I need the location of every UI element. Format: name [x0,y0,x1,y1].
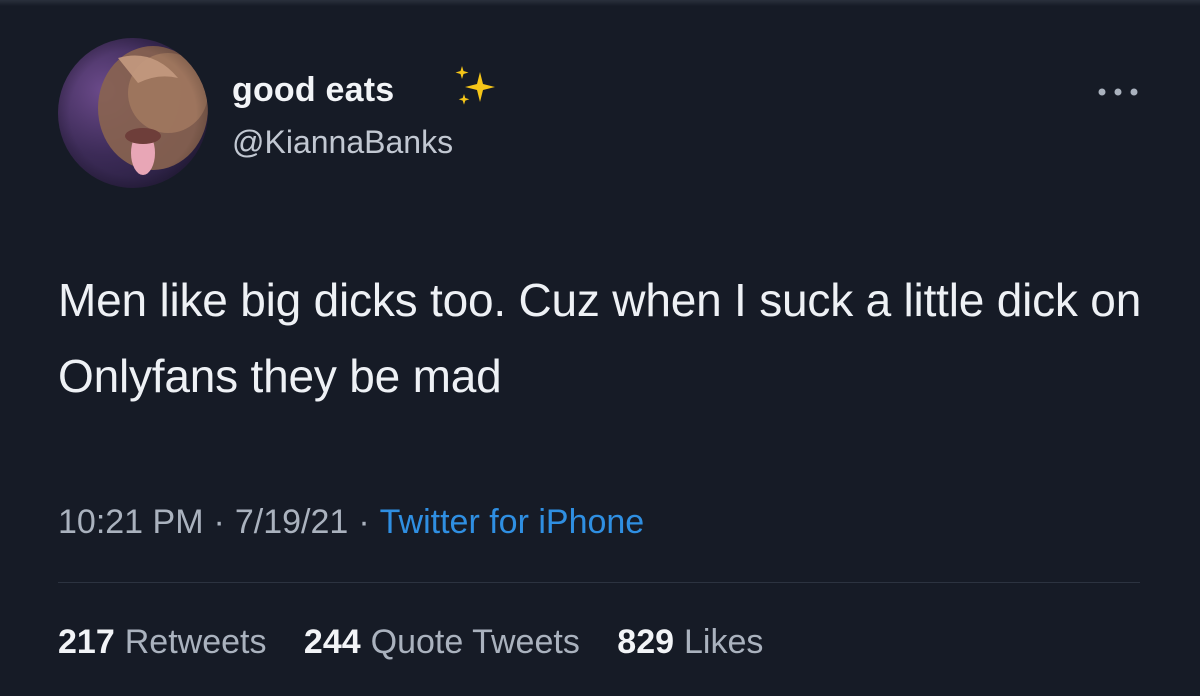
likes-count: 829 [617,623,675,661]
tweet-date[interactable]: 7/19/21 [235,503,348,541]
quote-tweets-label: Quote Tweets [370,623,580,661]
quote-tweets-stat[interactable]: 244 Quote Tweets [304,623,580,661]
tweet-text: Men like big dicks too. Cuz when I suck … [58,274,1142,402]
retweets-count: 217 [58,623,115,661]
meta-separator: · [213,503,225,541]
quote-tweets-count: 244 [303,623,361,661]
tweet-meta: 10:21 PM · 7/19/21 · Twitter for iPhone [58,500,644,544]
avatar[interactable] [58,38,208,188]
user-handle[interactable]: @KiannaBanks [232,122,453,162]
meta-separator: · [358,503,370,541]
tweet-card: good eats @KiannaBanks Men like big dick… [0,0,1200,696]
tweet-time[interactable]: 10:21 PM [58,503,204,541]
tweet-stats: 217 Retweets 244 Quote Tweets 829 Likes [58,620,791,664]
likes-stat[interactable]: 829 Likes [617,623,763,661]
display-name[interactable]: good eats [232,70,394,110]
avatar-image [58,38,208,188]
divider [58,582,1140,583]
sparkles-icon [455,66,495,105]
more-options-icon[interactable] [1094,84,1142,100]
tweet-source-link[interactable]: Twitter for iPhone [380,503,645,541]
retweets-stat[interactable]: 217 Retweets [58,623,266,661]
likes-label: Likes [684,623,764,661]
retweets-label: Retweets [124,623,267,661]
